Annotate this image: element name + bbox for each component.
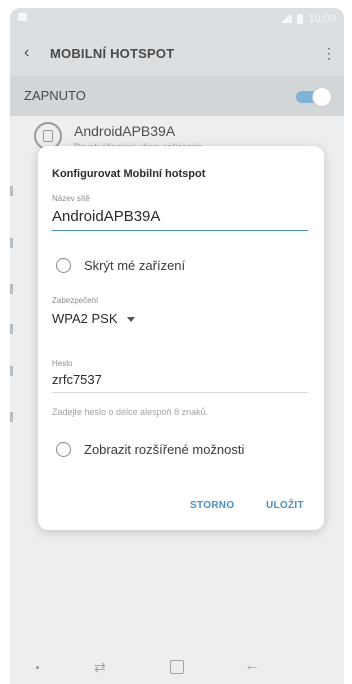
status-bar: 10:00 xyxy=(10,8,344,32)
advanced-options-label[interactable]: Zobrazit rozšířené možnosti xyxy=(84,442,244,457)
background-row-marker xyxy=(10,284,13,294)
background-row-marker xyxy=(10,366,13,376)
hotspot-switch-row[interactable]: ZAPNUTO xyxy=(10,76,344,116)
cancel-button[interactable]: STORNO xyxy=(190,500,234,511)
home-icon[interactable] xyxy=(170,660,184,674)
recent-apps-icon[interactable]: ⇄ xyxy=(94,659,106,676)
ssid-underline xyxy=(52,230,308,231)
toggle-thumb[interactable] xyxy=(312,87,332,107)
nav-back-icon[interactable]: ← xyxy=(244,657,260,675)
save-button[interactable]: ULOŽIT xyxy=(266,500,304,511)
password-input[interactable]: zrfc7537 xyxy=(52,372,102,387)
password-label: Heslo xyxy=(52,359,73,368)
security-select[interactable]: WPA2 PSK xyxy=(52,311,118,326)
configure-hotspot-dialog: Konfigurovat Mobilní hotspot Název sítě … xyxy=(38,146,324,530)
status-time: 10:00 xyxy=(308,13,336,25)
hide-device-radio[interactable] xyxy=(56,258,71,273)
network-name: AndroidAPB39A xyxy=(74,123,176,139)
ssid-input[interactable]: AndroidAPB39A xyxy=(52,208,160,225)
password-underline xyxy=(52,392,308,393)
password-hint: Zadejte heslo o délce alespoň 8 znaků. xyxy=(52,407,209,417)
security-label: Zabezpečení xyxy=(52,296,99,305)
background-row-marker xyxy=(10,324,13,334)
status-icons: 10:00 xyxy=(278,13,336,25)
more-options-icon[interactable]: ⋮ xyxy=(322,45,336,61)
app-bar: ‹ MOBILNÍ HOTSPOT ⋮ xyxy=(10,32,344,76)
nav-dot-icon xyxy=(36,666,39,669)
hide-device-label[interactable]: Skrýt mé zařízení xyxy=(84,258,185,273)
navigation-bar: ⇄ ← xyxy=(10,652,344,684)
background-row-marker xyxy=(10,186,13,196)
background-row-marker xyxy=(10,238,13,248)
battery-icon xyxy=(297,14,304,24)
back-arrow-icon[interactable]: ‹ xyxy=(24,45,40,61)
dialog-title: Konfigurovat Mobilní hotspot xyxy=(52,168,206,180)
switch-label: ZAPNUTO xyxy=(24,88,86,103)
background-row-marker xyxy=(10,412,13,422)
ssid-label: Název sítě xyxy=(52,194,90,203)
advanced-options-radio[interactable] xyxy=(56,442,71,457)
notification-icon xyxy=(18,13,27,21)
signal-icon xyxy=(278,15,293,23)
chevron-down-icon[interactable] xyxy=(127,317,135,322)
page-title: MOBILNÍ HOTSPOT xyxy=(50,46,175,61)
